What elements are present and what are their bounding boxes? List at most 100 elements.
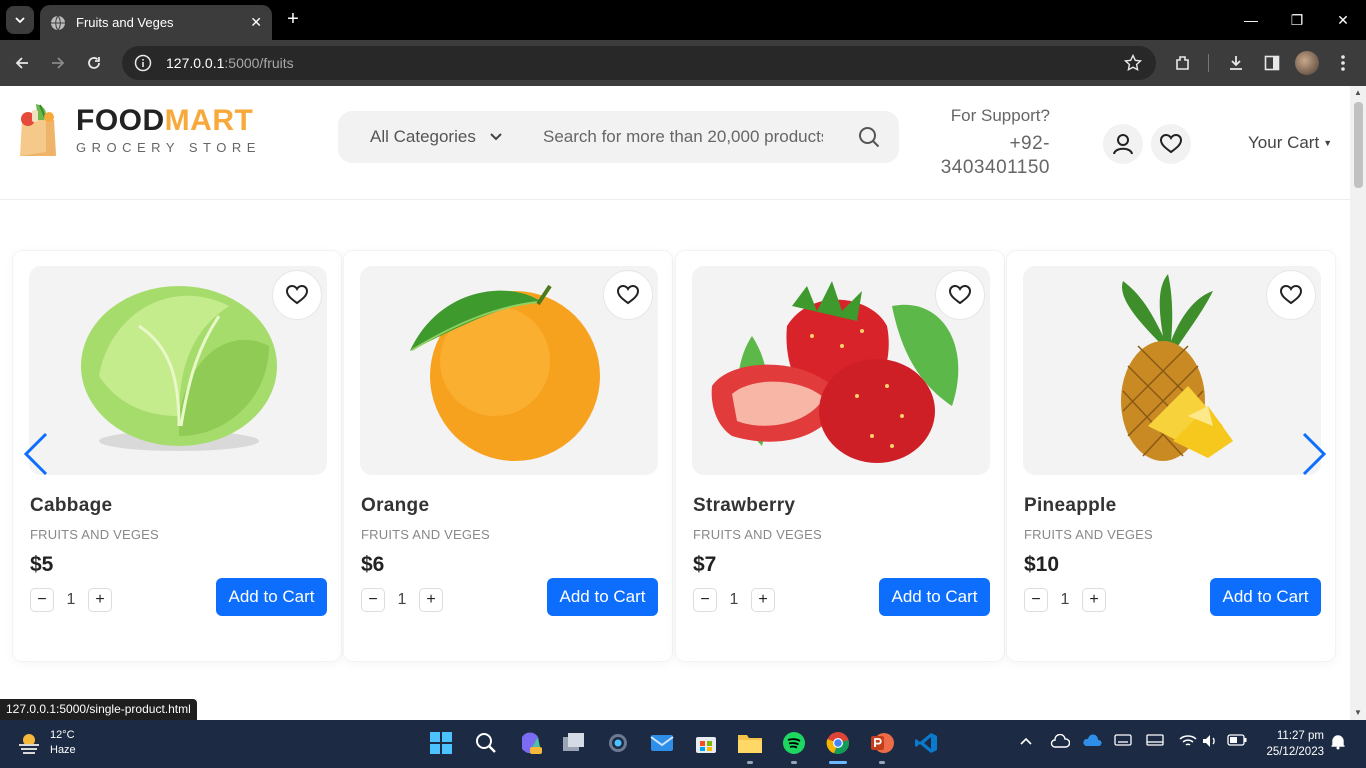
reload-icon[interactable] bbox=[82, 51, 106, 75]
task-view-icon bbox=[563, 733, 584, 751]
status-bar-url: 127.0.0.1:5000/single-product.html bbox=[0, 699, 197, 720]
extensions-icon[interactable] bbox=[1171, 51, 1195, 75]
bookmark-star-icon[interactable] bbox=[1124, 54, 1142, 72]
carousel-prev-icon[interactable] bbox=[22, 432, 50, 476]
copilot-app[interactable] bbox=[517, 730, 543, 756]
start-button[interactable] bbox=[428, 730, 454, 756]
quantity-value[interactable]: 1 bbox=[385, 591, 419, 609]
taskbar-search[interactable] bbox=[473, 730, 499, 756]
product-name[interactable]: Orange bbox=[361, 495, 429, 517]
search-icon[interactable] bbox=[858, 126, 880, 148]
decrease-qty-button[interactable]: − bbox=[1024, 588, 1048, 612]
notification-bell-icon[interactable] bbox=[1330, 734, 1346, 753]
chrome-app[interactable] bbox=[825, 730, 851, 764]
decrease-qty-button[interactable]: − bbox=[361, 588, 385, 612]
support-label: For Support? bbox=[950, 106, 1050, 125]
minimize-icon[interactable]: — bbox=[1228, 0, 1274, 40]
wishlist-button[interactable] bbox=[1151, 124, 1191, 164]
scroll-down-icon[interactable]: ▼ bbox=[1354, 709, 1362, 717]
wishlist-toggle[interactable] bbox=[935, 270, 985, 320]
file-explorer-app[interactable] bbox=[737, 730, 763, 764]
quantity-value[interactable]: 1 bbox=[717, 591, 751, 609]
restore-icon[interactable]: ❐ bbox=[1274, 0, 1320, 40]
battery-icon[interactable] bbox=[1227, 734, 1247, 749]
back-icon[interactable] bbox=[10, 51, 34, 75]
logo[interactable]: FOODMART GROCERY STORE bbox=[16, 102, 261, 158]
tab-close-icon[interactable]: ✕ bbox=[250, 14, 262, 31]
logo-mart-text: MART bbox=[164, 103, 254, 137]
product-card[interactable]: Orange FRUITS AND VEGES $6 − 1 + Add to … bbox=[343, 250, 673, 662]
decrease-qty-button[interactable]: − bbox=[693, 588, 717, 612]
quantity-value[interactable]: 1 bbox=[1048, 591, 1082, 609]
chevron-down-icon bbox=[15, 17, 25, 24]
product-card[interactable]: Strawberry FRUITS AND VEGES $7 − 1 + Add… bbox=[675, 250, 1005, 662]
browser-toolbar: 127.0.0.1:5000/fruits bbox=[0, 40, 1366, 86]
mail-app[interactable] bbox=[649, 730, 675, 756]
scroll-up-icon[interactable]: ▲ bbox=[1354, 89, 1362, 97]
add-to-cart-button[interactable]: Add to Cart bbox=[216, 578, 327, 616]
cloud-sync-icon[interactable] bbox=[1050, 733, 1071, 751]
weather-widget[interactable]: 12°C Haze bbox=[16, 728, 76, 758]
product-name[interactable]: Cabbage bbox=[30, 495, 112, 517]
cart-dropdown[interactable]: Your Cart ▼ bbox=[1248, 133, 1332, 153]
show-hidden-icons[interactable] bbox=[1020, 734, 1032, 748]
carousel-next-icon[interactable] bbox=[1300, 432, 1328, 476]
product-name[interactable]: Pineapple bbox=[1024, 495, 1116, 517]
product-carousel: Cabbage FRUITS AND VEGES $5 − 1 + Add to… bbox=[12, 250, 1338, 662]
wishlist-toggle[interactable] bbox=[272, 270, 322, 320]
search-input[interactable] bbox=[543, 124, 823, 150]
settings-app[interactable] bbox=[605, 730, 631, 756]
product-price: $5 bbox=[30, 553, 54, 576]
product-price: $10 bbox=[1024, 553, 1060, 576]
vscode-app[interactable] bbox=[913, 730, 939, 756]
url-host: 127.0.0.1 bbox=[166, 55, 225, 71]
globe-icon bbox=[51, 15, 65, 30]
address-bar[interactable]: 127.0.0.1:5000/fruits bbox=[122, 46, 1156, 80]
add-to-cart-button[interactable]: Add to Cart bbox=[547, 578, 658, 616]
add-to-cart-button[interactable]: Add to Cart bbox=[879, 578, 990, 616]
download-icon[interactable] bbox=[1224, 51, 1248, 75]
increase-qty-button[interactable]: + bbox=[751, 588, 775, 612]
increase-qty-button[interactable]: + bbox=[1082, 588, 1106, 612]
display-icon[interactable] bbox=[1146, 734, 1164, 751]
task-view-app[interactable] bbox=[561, 730, 587, 756]
category-select-label: All Categories bbox=[370, 127, 476, 146]
side-panel-icon[interactable] bbox=[1260, 51, 1284, 75]
product-card[interactable]: Cabbage FRUITS AND VEGES $5 − 1 + Add to… bbox=[12, 250, 342, 662]
tab-title: Fruits and Veges bbox=[76, 15, 174, 30]
quantity-value[interactable]: 1 bbox=[54, 591, 88, 609]
powerpoint-app[interactable] bbox=[869, 730, 895, 764]
increase-qty-button[interactable]: + bbox=[88, 588, 112, 612]
support-phone-line2: 3403401150 bbox=[940, 157, 1050, 178]
system-clock[interactable]: 11:27 pm 25/12/2023 bbox=[1256, 728, 1324, 760]
store-app[interactable] bbox=[693, 730, 719, 756]
scrollbar-thumb[interactable] bbox=[1354, 102, 1363, 188]
onedrive-icon[interactable] bbox=[1082, 734, 1102, 750]
forward-icon[interactable] bbox=[46, 51, 70, 75]
site-info-icon[interactable] bbox=[134, 54, 152, 72]
browser-tab[interactable]: Fruits and Veges ✕ bbox=[40, 5, 272, 40]
wifi-icon[interactable] bbox=[1179, 734, 1197, 751]
page-scrollbar[interactable]: ▲ ▼ bbox=[1350, 86, 1366, 720]
category-select[interactable]: All Categories bbox=[370, 127, 502, 147]
spotify-app[interactable] bbox=[781, 730, 807, 764]
tab-search-button[interactable] bbox=[6, 6, 34, 34]
new-tab-icon[interactable]: + bbox=[282, 8, 304, 30]
wishlist-toggle[interactable] bbox=[603, 270, 653, 320]
keyboard-icon[interactable] bbox=[1114, 734, 1132, 749]
product-card[interactable]: Pineapple FRUITS AND VEGES $10 − 1 + Add… bbox=[1006, 250, 1336, 662]
store-icon bbox=[696, 737, 716, 753]
url-path: :5000/fruits bbox=[224, 55, 294, 71]
decrease-qty-button[interactable]: − bbox=[30, 588, 54, 612]
product-name[interactable]: Strawberry bbox=[693, 495, 795, 517]
wishlist-toggle[interactable] bbox=[1266, 270, 1316, 320]
increase-qty-button[interactable]: + bbox=[419, 588, 443, 612]
quantity-stepper: − 1 + bbox=[361, 588, 443, 612]
more-menu-icon[interactable] bbox=[1331, 51, 1355, 75]
profile-avatar[interactable] bbox=[1295, 51, 1319, 75]
weather-condition: Haze bbox=[50, 744, 76, 756]
close-window-icon[interactable]: ✕ bbox=[1320, 0, 1366, 40]
volume-icon[interactable] bbox=[1202, 734, 1218, 751]
account-button[interactable] bbox=[1103, 124, 1143, 164]
add-to-cart-button[interactable]: Add to Cart bbox=[1210, 578, 1321, 616]
